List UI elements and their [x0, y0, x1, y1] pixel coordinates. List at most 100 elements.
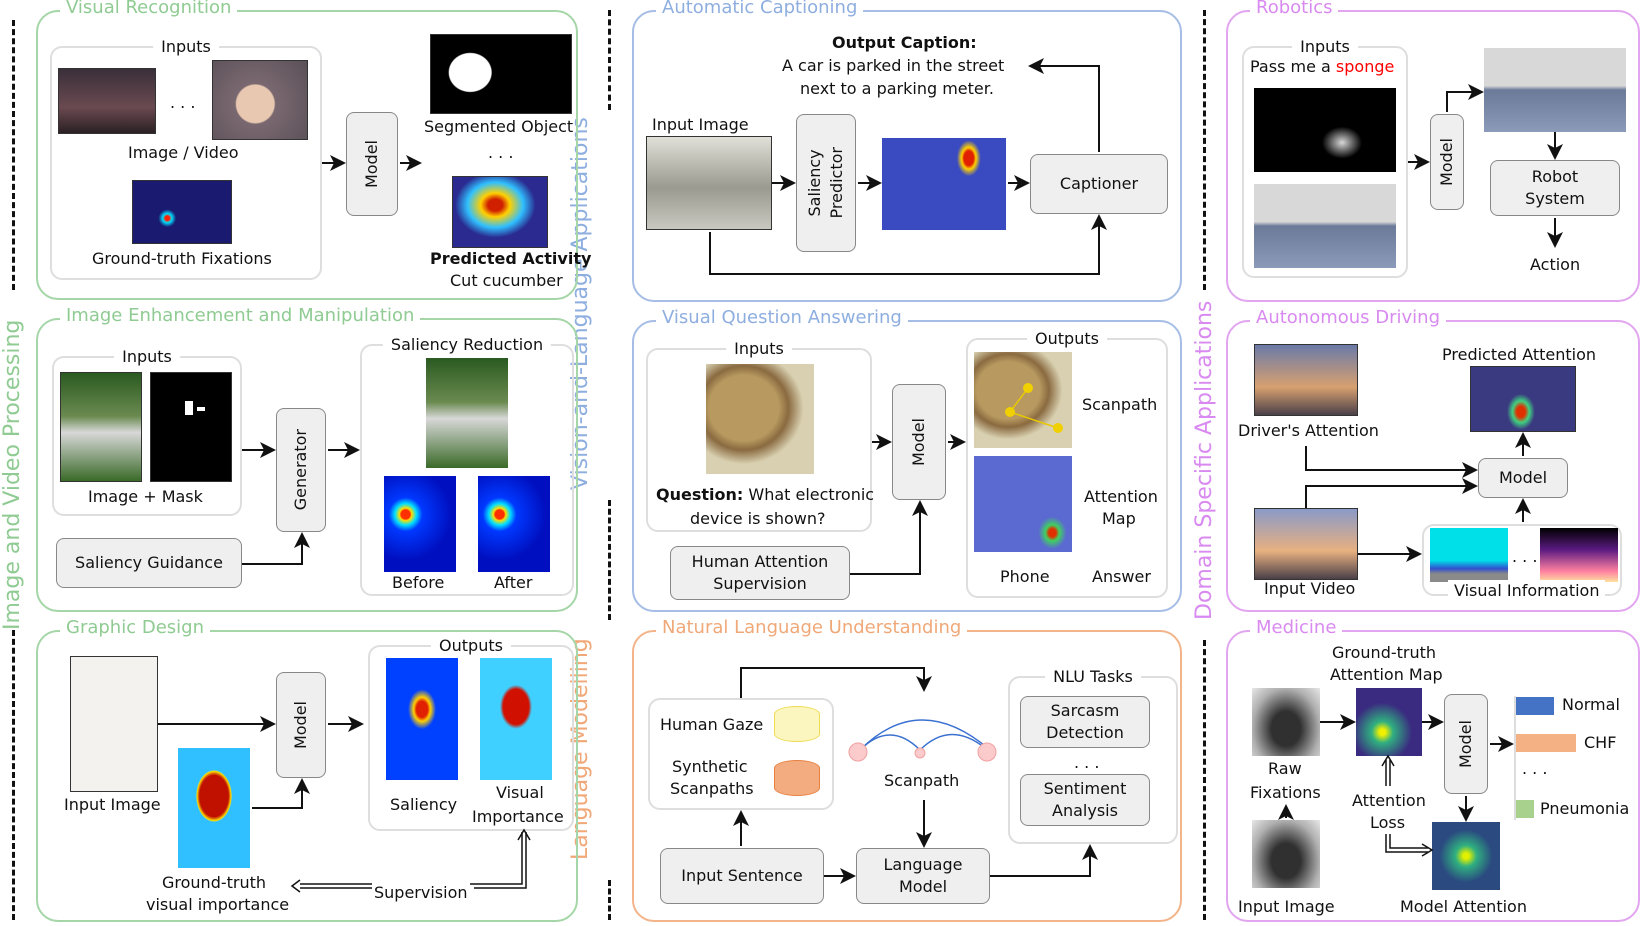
- class-bar-chf: [1516, 734, 1576, 752]
- visual-label-2: Importance: [472, 807, 564, 826]
- input-video-stack: [1254, 508, 1358, 580]
- input-xray: [1252, 820, 1320, 888]
- ellipsis: . . .: [1074, 753, 1100, 772]
- saliency-overlay-image: [882, 138, 1006, 230]
- scanpath-overlay: [1005, 383, 1063, 433]
- predicted-activity-value: Cut cucumber: [450, 271, 563, 290]
- after-label: After: [494, 573, 533, 592]
- model-label: Model: [1437, 137, 1456, 187]
- inputs-title: Inputs: [726, 339, 792, 359]
- supervision-label: Supervision: [374, 883, 468, 902]
- gt-attention-map: [1356, 688, 1422, 756]
- generator-label: Generator: [291, 429, 310, 511]
- inputs-title: Inputs: [1292, 37, 1358, 57]
- scanpath-label: Scanpath: [884, 771, 960, 790]
- robot-system-box: Robot System: [1490, 160, 1620, 216]
- fixation-point: [1005, 407, 1015, 417]
- supervision-line-1: Human Attention: [691, 552, 829, 571]
- gt-label-1: Ground-truth: [162, 873, 267, 892]
- predictor-label: Saliency Predictor: [804, 147, 848, 218]
- language-model-box: Language Model: [856, 848, 990, 904]
- street-image: [646, 136, 772, 230]
- model-label: Model: [362, 139, 381, 189]
- panel-title: Visual Recognition: [60, 0, 238, 19]
- panel-title: Natural Language Understanding: [656, 617, 968, 639]
- generator-box: Generator: [276, 408, 326, 532]
- panel-title: Robotics: [1250, 0, 1339, 19]
- target-scene-image: [1484, 48, 1626, 132]
- synthetic-label-2: Scanpaths: [670, 779, 754, 798]
- predicted-attention-label: Predicted Attention: [1442, 345, 1597, 364]
- robot-line-2: System: [1525, 189, 1585, 208]
- importance-output: [480, 658, 552, 780]
- divider-line: [1203, 640, 1206, 920]
- input-image-label: Input Image: [1238, 897, 1335, 916]
- poster-image: [70, 656, 158, 792]
- visual-info-label: Visual Information: [1448, 580, 1606, 602]
- robot-line-1: Robot: [1531, 167, 1579, 186]
- divider-line: [608, 880, 611, 920]
- predicted-activity-label: Predicted Activity: [430, 249, 592, 268]
- scanpath-image: [974, 352, 1072, 448]
- command-text: Pass me a sponge: [1250, 56, 1394, 78]
- caption-line-2: next to a parking meter.: [800, 79, 994, 98]
- fixation-point: [1023, 383, 1033, 393]
- question-line-1: Question: What electronic: [656, 484, 874, 506]
- predictor-label-1: Saliency: [805, 149, 824, 217]
- gt-map-label-2: Attention Map: [1330, 665, 1443, 684]
- after-heatmap: [478, 476, 550, 572]
- mask-region: [185, 401, 193, 415]
- raw-fixations-xray: [1252, 688, 1320, 756]
- saliency-predictor-box: Saliency Predictor: [796, 114, 856, 252]
- train-image-stack: [58, 68, 156, 134]
- image-mask-label: Image + Mask: [88, 487, 203, 506]
- model-attention-map: [1432, 822, 1500, 890]
- attention-label-1: Attention: [1084, 487, 1158, 506]
- attention-label-2: Map: [1102, 509, 1136, 528]
- table-scene-image: [1254, 184, 1396, 268]
- panel-title: Graphic Design: [60, 617, 210, 639]
- answer-value: Phone: [1000, 567, 1050, 586]
- before-label: Before: [392, 573, 445, 592]
- model-label: Model: [1456, 719, 1475, 769]
- reduction-title: Saliency Reduction: [382, 335, 552, 355]
- predicted-attention-image: [1470, 366, 1576, 432]
- outputs-title: Outputs: [431, 636, 511, 656]
- activity-heatmap: [452, 176, 548, 248]
- model-box: Model: [346, 112, 398, 216]
- class-label-normal: Normal: [1562, 695, 1620, 714]
- inputs-title: Inputs: [153, 37, 219, 57]
- outputs-title: Outputs: [1027, 329, 1107, 349]
- scanpath-graph: [848, 719, 997, 762]
- class-label-pneumonia: Pneumonia: [1540, 799, 1630, 818]
- section-label-image-video: Image and Video Processing: [0, 319, 25, 630]
- database-icon: [774, 706, 820, 742]
- attention-map-image: [974, 456, 1072, 552]
- nlu-tasks-title: NLU Tasks: [1045, 667, 1141, 687]
- fixation-point: [1053, 423, 1063, 433]
- synthetic-label-1: Synthetic: [672, 757, 748, 776]
- saliency-label: Saliency: [390, 795, 458, 814]
- lm-line-2: Model: [898, 877, 948, 896]
- input-image-label: Input Image: [652, 115, 749, 134]
- gt-map-label-1: Ground-truth: [1332, 643, 1437, 662]
- segmented-label: Segmented Object: [424, 117, 574, 136]
- sentiment-line-2: Analysis: [1052, 801, 1118, 820]
- raw-label-1: Raw: [1268, 759, 1302, 778]
- drivers-attention-label: Driver's Attention: [1238, 421, 1379, 440]
- divider-line: [608, 10, 611, 110]
- segmentation-map: [1430, 528, 1508, 582]
- mask-region: [197, 407, 205, 411]
- inputs-title: Inputs: [114, 347, 180, 367]
- divider-line: [1203, 10, 1206, 290]
- ellipsis: . . .: [488, 143, 514, 162]
- model-label: Model: [909, 417, 928, 467]
- predictor-label-2: Predictor: [827, 147, 846, 219]
- mask-image: [150, 372, 232, 482]
- action-label: Action: [1530, 255, 1581, 274]
- cooking-image: [212, 60, 308, 140]
- raw-label-2: Fixations: [1250, 783, 1321, 802]
- panel-title: Medicine: [1250, 617, 1343, 639]
- sarcasm-line-2: Detection: [1046, 723, 1124, 742]
- model-box: Model: [1478, 458, 1568, 498]
